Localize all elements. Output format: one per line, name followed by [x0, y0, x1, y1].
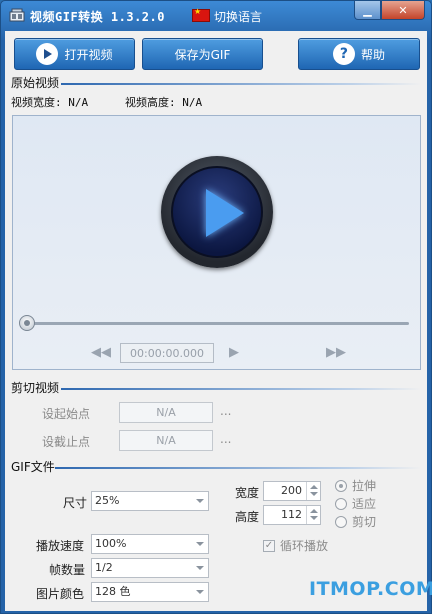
open-video-button[interactable]: 打开视频 — [14, 38, 135, 70]
mode-stretch-label: 拉伸 — [352, 479, 377, 493]
section-divider — [61, 83, 421, 85]
open-video-label: 打开视频 — [64, 47, 113, 62]
speed-select[interactable]: 100% — [91, 534, 209, 554]
checkmark-icon: ✓ — [263, 539, 275, 552]
chevron-down-icon — [192, 583, 208, 601]
loop-label: 循环播放 — [280, 539, 329, 553]
save-gif-label: 保存为GIF — [174, 47, 231, 62]
speed-label: 播放速度 — [36, 539, 85, 553]
colors-label: 图片颜色 — [36, 587, 85, 601]
switch-language-link[interactable]: 切换语言 — [214, 8, 262, 25]
speed-value: 100% — [95, 537, 127, 550]
close-button[interactable]: ✕ — [381, 1, 425, 20]
size-label: 尺寸 — [63, 496, 88, 510]
video-width-label: 视频宽度: N/A — [11, 96, 89, 109]
size-select[interactable]: 25% — [91, 491, 209, 511]
original-video-title: 原始视频 — [11, 76, 60, 90]
minimize-icon: ▁ — [363, 3, 372, 17]
step-forward-icon[interactable]: ▶ — [229, 345, 239, 360]
radio-unchecked-icon — [335, 515, 347, 528]
trim-end-ellipsis[interactable]: ... — [220, 432, 231, 446]
section-divider — [61, 388, 421, 390]
trim-start-label: 设起始点 — [42, 407, 91, 421]
frames-select[interactable]: 1/2 — [91, 558, 209, 578]
mode-fit-label: 适应 — [352, 497, 377, 511]
mode-crop-label: 剪切 — [352, 515, 377, 529]
seek-track[interactable] — [25, 322, 409, 325]
title-bar[interactable]: 视频GIF转换 1.3.2.0 切换语言 ▁ ✕ — [1, 1, 431, 31]
gif-file-title: GIF文件 — [11, 460, 55, 474]
mode-stretch-radio[interactable]: 拉伸 — [335, 477, 376, 494]
gif-width-value: 200 — [281, 484, 302, 497]
window-title: 视频GIF转换 1.3.2.0 — [30, 10, 165, 24]
gif-height-label: 高度 — [235, 510, 260, 524]
help-question-icon: ? — [332, 43, 355, 65]
watermark-text: ITMOP.COM — [309, 578, 432, 600]
save-gif-button[interactable]: 保存为GIF — [142, 38, 263, 70]
frames-label: 帧数量 — [49, 563, 86, 577]
film-reel-icon — [9, 8, 25, 22]
video-preview[interactable]: ◀◀ 00:00:00.000 ▶ ▶▶ — [12, 115, 421, 370]
help-button[interactable]: ? 帮助 — [298, 38, 420, 70]
size-value: 25% — [95, 494, 120, 507]
time-display: 00:00:00.000 — [120, 343, 214, 363]
trim-video-title: 剪切视频 — [11, 381, 60, 395]
section-divider — [55, 467, 421, 469]
gif-width-label: 宽度 — [235, 486, 260, 500]
gif-width-stepper[interactable]: 200 — [263, 481, 321, 501]
main-panel: 打开视频 保存为GIF ? 帮助 原始视频 视频宽度: N/A 视频高度: N/… — [5, 31, 432, 611]
play-icon — [171, 166, 263, 258]
radio-unchecked-icon — [335, 497, 347, 510]
trim-start-ellipsis[interactable]: ... — [220, 404, 231, 418]
trim-start-field[interactable]: N/A — [119, 402, 213, 423]
rewind-icon[interactable]: ◀◀ — [91, 345, 111, 360]
play-circle-icon — [36, 43, 59, 65]
chevron-down-icon — [192, 492, 208, 510]
chevron-down-icon — [192, 535, 208, 553]
colors-value: 128 色 — [95, 585, 131, 598]
frames-value: 1/2 — [95, 561, 113, 574]
help-label: 帮助 — [360, 47, 385, 62]
minimize-button[interactable]: ▁ — [354, 1, 381, 20]
close-icon: ✕ — [398, 3, 408, 17]
chevron-down-icon — [192, 559, 208, 577]
loop-checkbox[interactable]: ✓ 循环播放 — [263, 537, 328, 554]
spinner-arrows-icon[interactable] — [306, 482, 320, 500]
seek-thumb[interactable] — [19, 315, 35, 331]
mode-crop-radio[interactable]: 剪切 — [335, 513, 376, 530]
gif-height-stepper[interactable]: 112 — [263, 505, 321, 525]
video-height-label: 视频高度: N/A — [125, 96, 203, 109]
fast-forward-icon[interactable]: ▶▶ — [326, 345, 346, 360]
big-play-button[interactable] — [161, 156, 273, 268]
gif-height-value: 112 — [281, 508, 302, 521]
trim-end-field[interactable]: N/A — [119, 430, 213, 451]
china-flag-icon[interactable] — [192, 7, 210, 22]
app-window: 视频GIF转换 1.3.2.0 切换语言 ▁ ✕ 打开视频 保存为GIF ? 帮… — [0, 0, 432, 614]
spinner-arrows-icon[interactable] — [306, 506, 320, 524]
window-controls: ▁ ✕ — [354, 1, 425, 21]
mode-fit-radio[interactable]: 适应 — [335, 495, 376, 512]
colors-select[interactable]: 128 色 — [91, 582, 209, 602]
trim-end-label: 设截止点 — [42, 435, 91, 449]
radio-checked-icon — [335, 479, 347, 492]
